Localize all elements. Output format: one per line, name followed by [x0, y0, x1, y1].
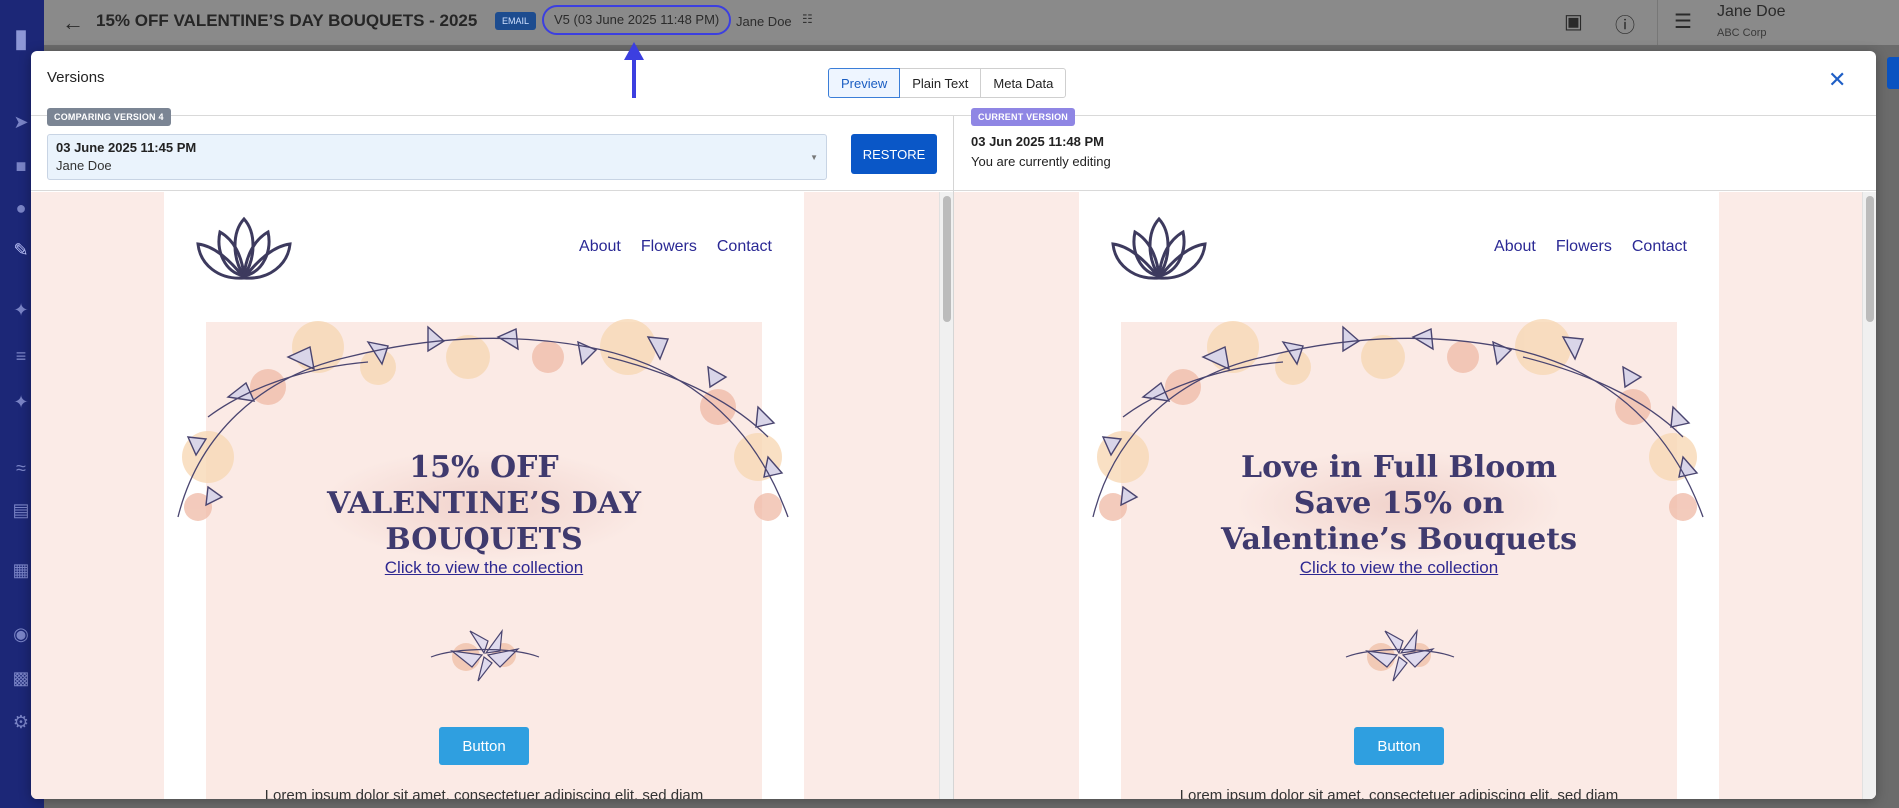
selected-version-author: Jane Doe: [56, 158, 112, 173]
user-org: ABC Corp: [1717, 27, 1767, 39]
nav-link-about[interactable]: About: [1494, 238, 1536, 256]
headline-line-3: Valentine’s Bouquets: [1221, 522, 1577, 557]
user-name: Jane Doe: [1717, 3, 1786, 20]
nav-link-about[interactable]: About: [579, 238, 621, 256]
brush-icon[interactable]: ✎: [10, 240, 32, 260]
tab-preview[interactable]: Preview: [828, 68, 901, 98]
email-nav: About Flowers Contact: [1494, 238, 1687, 256]
headline-line-2: Save 15% on: [1293, 486, 1505, 521]
caret-down-icon: ▼: [810, 153, 818, 162]
chat-icon[interactable]: ▣: [1564, 9, 1583, 34]
dashboard-icon[interactable]: ▤: [10, 500, 32, 520]
small-bouquet-illustration: [1345, 628, 1455, 682]
view-collection-link[interactable]: Click to view the collection: [164, 558, 804, 578]
scroll-thumb[interactable]: [943, 196, 951, 322]
current-version-date: 03 Jun 2025 11:48 PM: [971, 134, 1104, 149]
selected-version-date: 03 June 2025 11:45 PM: [56, 140, 197, 155]
comparing-version-tag: COMPARING VERSION 4: [47, 108, 171, 126]
hamburger-icon[interactable]: ☰: [1674, 9, 1692, 34]
sparkle-icon[interactable]: ✦: [10, 300, 32, 320]
brand-logo-icon: ▮: [13, 23, 29, 53]
small-bouquet-illustration: [430, 628, 540, 682]
nav-link-contact[interactable]: Contact: [1632, 238, 1687, 256]
campaign-title: 15% OFF VALENTINE’S DAY BOUQUETS - 2025: [96, 11, 478, 30]
tab-meta-data[interactable]: Meta Data: [980, 68, 1067, 98]
headline-line-3: BOUQUETS: [385, 522, 583, 557]
nav-link-flowers[interactable]: Flowers: [641, 238, 697, 256]
email-headline: 15% OFF VALENTINE’S DAY BOUQUETS: [244, 450, 724, 558]
sliders-icon[interactable]: ≡: [10, 346, 32, 366]
versions-modal: Versions Preview Plain Text Meta Data ✕ …: [31, 51, 1876, 799]
email-preview: About Flowers Contact: [164, 192, 804, 799]
user-search-icon[interactable]: ☷: [802, 12, 813, 26]
arrow-left-icon[interactable]: ←: [62, 10, 84, 36]
qr-icon[interactable]: ▩: [10, 668, 32, 688]
email-nav: About Flowers Contact: [579, 238, 772, 256]
headline-line-1: 15% OFF: [409, 450, 559, 485]
lotus-logo-icon: [1111, 216, 1207, 280]
globe-icon[interactable]: ◉: [10, 624, 32, 644]
email-body-text: Lorem ipsum dolor sit amet, consectetuer…: [1179, 787, 1619, 799]
analytics-icon[interactable]: ≈: [10, 458, 32, 478]
shapes-icon[interactable]: ■: [10, 156, 32, 176]
version-pill[interactable]: V5 (03 June 2025 11:48 PM): [542, 5, 732, 35]
email-preview: About Flowers Contact: [1079, 192, 1719, 799]
topbar-separator: [1657, 0, 1658, 45]
current-version-tag: CURRENT VERSION: [971, 108, 1076, 126]
settings-icon[interactable]: ⚙: [10, 712, 32, 732]
top-bar: ← 15% OFF VALENTINE’S DAY BOUQUETS - 202…: [44, 0, 1899, 45]
cta-button[interactable]: Button: [439, 727, 529, 765]
lotus-logo-icon: [196, 216, 292, 280]
help-icon[interactable]: ⓘ: [1615, 9, 1635, 38]
restore-button[interactable]: RESTORE: [851, 134, 937, 174]
audience-icon[interactable]: ●: [10, 198, 32, 218]
modal-title: Versions: [47, 69, 105, 86]
headline-line-1: Love in Full Bloom: [1240, 450, 1558, 485]
magic-wand-icon[interactable]: ✦: [10, 392, 32, 412]
nav-link-contact[interactable]: Contact: [717, 238, 772, 256]
view-collection-link[interactable]: Click to view the collection: [1079, 558, 1719, 578]
headline-line-2: VALENTINE’S DAY: [326, 486, 642, 521]
version-select[interactable]: 03 June 2025 11:45 PM Jane Doe ▼: [47, 134, 827, 180]
modal-header: Versions Preview Plain Text Meta Data ✕: [31, 51, 1876, 116]
scroll-thumb[interactable]: [1866, 196, 1874, 322]
preview-pane-current: About Flowers Contact Love in Full Bloom…: [954, 192, 1876, 799]
email-headline: Love in Full Bloom Save 15% on Valentine…: [1159, 450, 1639, 558]
cta-button[interactable]: Button: [1354, 727, 1444, 765]
tab-plain-text[interactable]: Plain Text: [899, 68, 982, 98]
send-icon[interactable]: ➤: [10, 112, 32, 132]
scrollbar-current[interactable]: [1862, 192, 1876, 799]
view-tabs: Preview Plain Text Meta Data: [828, 68, 1067, 98]
background-action-button: [1887, 57, 1899, 89]
apps-icon[interactable]: ▦: [10, 560, 32, 580]
channel-badge: EMAIL: [495, 12, 537, 30]
current-version-note: You are currently editing: [971, 154, 1111, 169]
scrollbar-compare[interactable]: [939, 192, 953, 799]
nav-link-flowers[interactable]: Flowers: [1556, 238, 1612, 256]
email-body-text: Lorem ipsum dolor sit amet, consectetuer…: [264, 787, 704, 799]
annotation-arrow-icon: [624, 42, 644, 98]
preview-pane-compare: About Flowers Contact 15% OFF VALENTINE’…: [31, 192, 953, 799]
close-icon[interactable]: ✕: [1828, 69, 1846, 91]
owner-name: Jane Doe: [736, 14, 792, 29]
